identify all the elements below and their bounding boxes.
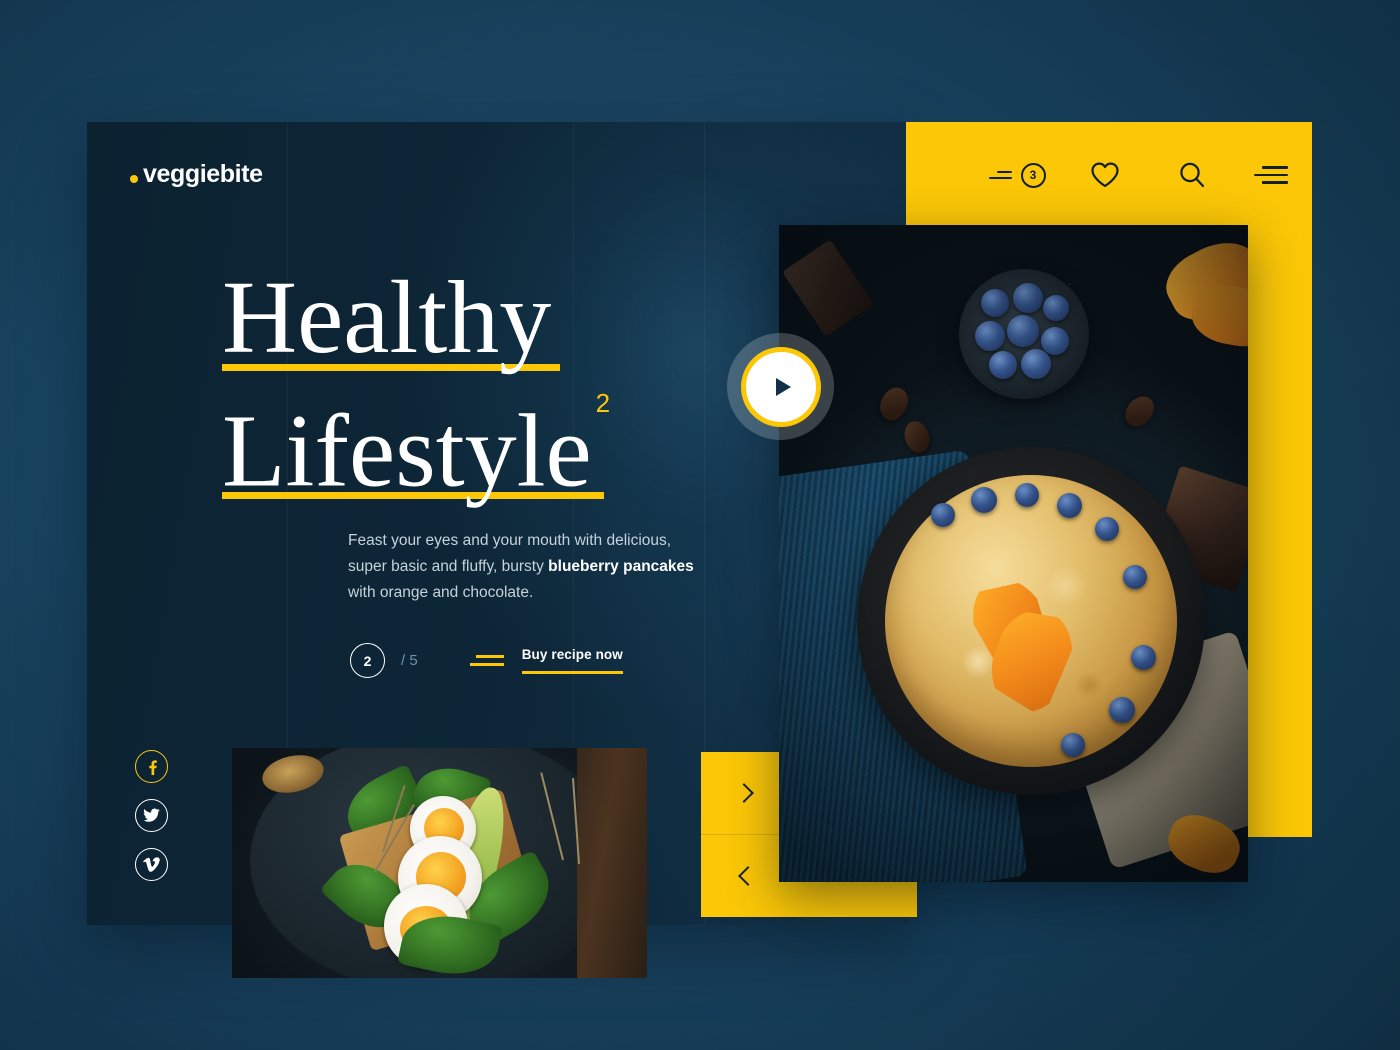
social-links	[135, 750, 168, 881]
slide-pager: 2 / 5 Buy recipe now	[350, 643, 623, 678]
play-icon	[775, 377, 791, 396]
pager-current-index: 2	[350, 643, 385, 678]
logo-text: veggiebite	[143, 160, 263, 188]
search-icon	[1180, 162, 1205, 188]
social-twitter-button[interactable]	[135, 799, 168, 832]
cart-lines-icon	[988, 171, 1012, 179]
cart-button[interactable]: 3	[972, 162, 1062, 188]
page-title: Healthy Lifestyle 2	[222, 260, 610, 513]
favorites-button[interactable]	[1062, 161, 1148, 189]
hamburger-menu-button[interactable]	[1236, 166, 1306, 184]
hero-description: Feast your eyes and your mouth with deli…	[348, 528, 708, 606]
lines-icon	[469, 655, 504, 666]
headline-line-2-text: Lifestyle	[222, 393, 592, 509]
logo[interactable]: veggiebite	[130, 160, 263, 189]
main-photo-artwork	[779, 225, 1248, 882]
chevron-left-icon	[738, 866, 758, 886]
lede-part-2: with orange and chocolate.	[348, 584, 534, 601]
headline-superscript: 2	[595, 388, 611, 418]
main-recipe-photo[interactable]	[779, 225, 1248, 882]
play-button-ring	[740, 346, 821, 427]
search-button[interactable]	[1148, 160, 1236, 190]
twitter-icon	[143, 808, 160, 822]
thumbnail-wood-edge	[577, 748, 647, 978]
page-root: veggiebite 3 Healthy Lifestyle 2 Feast y…	[0, 0, 1400, 1050]
lede-highlight: blueberry pancakes	[548, 558, 694, 575]
social-facebook-button[interactable]	[135, 750, 168, 783]
logo-dot-icon	[130, 175, 138, 183]
thumbnail-artwork	[232, 748, 647, 978]
play-video-button[interactable]	[727, 333, 834, 440]
headline-line-1-text: Healthy	[222, 260, 552, 375]
vimeo-icon	[143, 857, 160, 872]
main-photo-vignette	[779, 225, 1248, 882]
chevron-right-icon	[734, 783, 754, 803]
facebook-icon	[148, 759, 157, 775]
hamburger-menu-icon	[1254, 166, 1288, 184]
cart-badge: 3	[1020, 162, 1046, 188]
buy-recipe-button[interactable]: Buy recipe now	[469, 647, 623, 674]
recipe-thumbnail-photo[interactable]	[232, 748, 647, 978]
pager-total-count: / 5	[401, 652, 418, 669]
header-nav: 3	[906, 122, 1312, 228]
heart-icon	[1091, 162, 1119, 188]
social-vimeo-button[interactable]	[135, 848, 168, 881]
buy-recipe-label[interactable]: Buy recipe now	[521, 647, 623, 674]
